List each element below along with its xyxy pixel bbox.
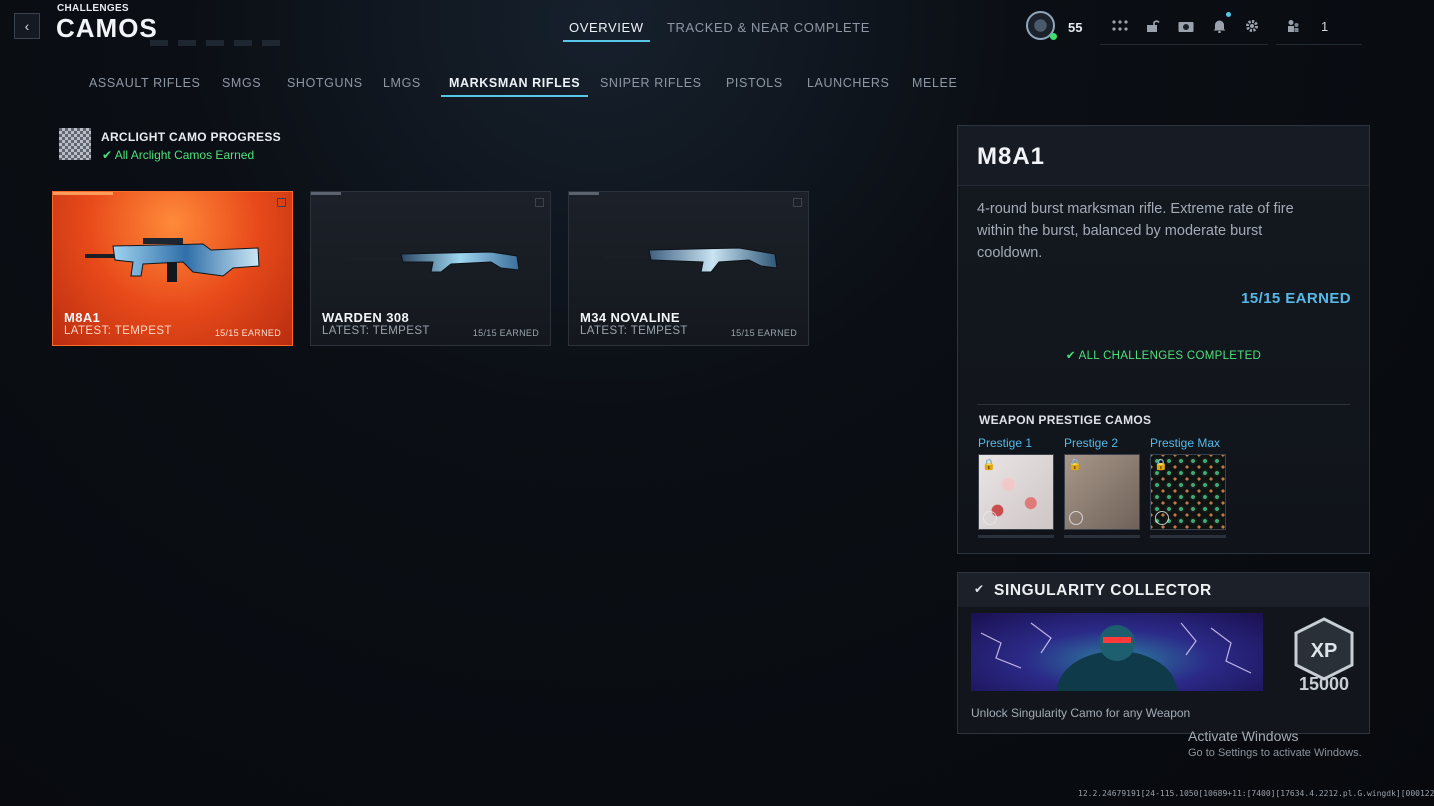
prestige-progress-bar	[1150, 535, 1226, 538]
weapon-card-m34-novaline[interactable]: M34 NOVALINE LATEST: TEMPEST 15/15 EARNE…	[568, 191, 809, 346]
check-icon: ✔	[974, 582, 985, 596]
cat-tab-sniper-rifles[interactable]: SNIPER RIFLES	[600, 76, 702, 90]
unlock-icon[interactable]	[1143, 16, 1163, 36]
prestige-label: Prestige Max	[1150, 436, 1221, 450]
cat-tab-lmgs[interactable]: LMGS	[383, 76, 421, 90]
weapon-latest-camo: LATEST: TEMPEST	[322, 325, 430, 337]
arclight-progress-status: ✔ All Arclight Camos Earned	[102, 148, 254, 162]
m34-novaline-rifle-icon	[605, 247, 778, 273]
prestige-camo-1[interactable]: Prestige 1 🔒	[978, 436, 1054, 538]
prestige-label: Prestige 1	[978, 436, 1033, 450]
singularity-calling-card	[971, 613, 1263, 691]
activation-watermark-subtitle: Go to Settings to activate Windows.	[1188, 747, 1362, 759]
notification-dot	[1226, 12, 1231, 17]
detail-weapon-name: M8A1	[977, 143, 1046, 170]
cat-tab-smgs[interactable]: SMGS	[222, 76, 261, 90]
arclight-progress-title: ARCLIGHT CAMO PROGRESS	[101, 130, 281, 144]
card-progress-indicator	[311, 192, 341, 195]
lock-icon: 🔒	[1154, 459, 1168, 471]
detail-divider	[977, 404, 1350, 405]
online-status-dot	[1050, 33, 1057, 40]
arclight-camo-thumbnail	[59, 128, 91, 160]
lock-icon: 🔒	[982, 459, 996, 471]
card-progress-indicator	[53, 192, 113, 195]
challenges-complete-text: ALL CHALLENGES COMPLETED	[1078, 350, 1262, 362]
party-icon[interactable]	[1283, 16, 1303, 36]
prestige-max-thumbnail: 🔒	[1150, 454, 1226, 530]
prestige-2-thumbnail: 🔒	[1064, 454, 1140, 530]
card-progress-indicator	[569, 192, 599, 195]
card-corner-marker	[277, 198, 286, 207]
weapon-earned-count: 15/15 EARNED	[472, 328, 539, 338]
weapon-card-warden-308[interactable]: WARDEN 308 LATEST: TEMPEST 15/15 EARNED	[310, 191, 551, 346]
build-version-string: 12.2.24679191[24-115.1050[10689+11:[7400…	[1078, 789, 1434, 798]
weapon-name: M8A1	[64, 310, 101, 325]
prestige-camo-max[interactable]: Prestige Max 🔒	[1150, 436, 1226, 538]
cat-tab-assault-rifles[interactable]: ASSAULT RIFLES	[89, 76, 200, 90]
bell-icon[interactable]	[1209, 16, 1229, 36]
grid-icon[interactable]	[1110, 16, 1130, 36]
weapon-earned-count: 15/15 EARNED	[214, 328, 281, 338]
xp-reward-value: 15000	[1298, 674, 1350, 694]
activation-watermark-title: Activate Windows	[1188, 728, 1299, 744]
prestige-label: Prestige 2	[1064, 436, 1119, 450]
weapon-name: WARDEN 308	[322, 310, 410, 325]
detail-earned-count: 15/15 EARNED	[1241, 290, 1351, 307]
prestige-progress-bar	[1064, 535, 1140, 538]
back-button[interactable]: ‹	[14, 13, 40, 39]
top-separator	[1100, 44, 1268, 45]
prestige-camo-2[interactable]: Prestige 2 🔒	[1064, 436, 1140, 538]
warden-308-rifle-icon	[345, 251, 520, 273]
challenges-complete-status: ✔ ALL CHALLENGES COMPLETED	[958, 348, 1369, 362]
check-icon: ✔	[102, 148, 113, 162]
camera-icon[interactable]	[1176, 16, 1196, 36]
singularity-collector-panel[interactable]: ✔ SINGULARITY COLLECTOR XP 15000 Unlock …	[957, 572, 1370, 734]
cat-tab-launchers[interactable]: LAUNCHERS	[807, 76, 890, 90]
weapon-earned-count: 15/15 EARNED	[730, 328, 797, 338]
arclight-status-text: All Arclight Camos Earned	[114, 148, 255, 162]
weapon-latest-camo: LATEST: TEMPEST	[64, 325, 172, 337]
prestige-badge-icon	[1069, 511, 1083, 525]
weapon-latest-camo: LATEST: TEMPEST	[580, 325, 688, 337]
top-separator	[1276, 44, 1362, 45]
party-count: 1	[1321, 19, 1329, 34]
check-icon: ✔	[1065, 350, 1076, 362]
prestige-camos-title: WEAPON PRESTIGE CAMOS	[979, 413, 1152, 427]
m8a1-rifle-icon	[85, 238, 260, 282]
cat-tab-pistols[interactable]: PISTOLS	[726, 76, 783, 90]
title-decoration	[150, 40, 280, 46]
detail-description: 4-round burst marksman rifle. Extreme ra…	[977, 201, 1294, 261]
cat-tab-shotguns[interactable]: SHOTGUNS	[287, 76, 363, 90]
page-title: CAMOS	[56, 13, 158, 43]
prestige-badge-icon	[1155, 511, 1169, 525]
cat-tab-marksman-rifles[interactable]: MARKSMAN RIFLES	[440, 76, 589, 97]
tab-tracked-near-complete[interactable]: TRACKED & NEAR COMPLETE	[667, 20, 870, 35]
card-corner-marker	[793, 198, 802, 207]
singularity-description: Unlock Singularity Camo for any Weapon	[971, 706, 1191, 720]
card-corner-marker	[535, 198, 544, 207]
tab-overview[interactable]: OVERVIEW	[563, 20, 650, 42]
cat-tab-melee[interactable]: MELEE	[912, 76, 957, 90]
singularity-title: SINGULARITY COLLECTOR	[994, 582, 1212, 599]
chevron-left-icon: ‹	[24, 18, 30, 34]
prestige-progress-bar	[978, 535, 1054, 538]
prestige-1-thumbnail: 🔒	[978, 454, 1054, 530]
lock-icon: 🔒	[1068, 459, 1082, 471]
prestige-badge-icon	[983, 511, 997, 525]
gear-icon[interactable]	[1242, 16, 1262, 36]
weapon-detail-panel: M8A1 4-round burst marksman rifle. Extre…	[957, 125, 1370, 554]
rank-level: 55	[1068, 20, 1083, 35]
weapon-card-m8a1[interactable]: M8A1 LATEST: TEMPEST 15/15 EARNED	[52, 191, 293, 346]
xp-label: XP	[1311, 640, 1338, 662]
weapon-name: M34 NOVALINE	[580, 310, 680, 325]
